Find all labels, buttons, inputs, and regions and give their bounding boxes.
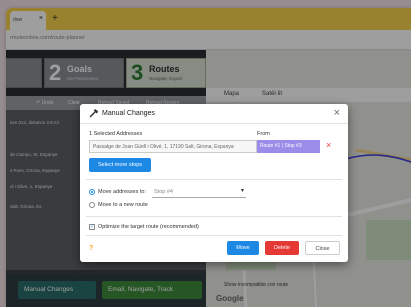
target-stop-select[interactable]: Stop #4 ▾ — [152, 187, 246, 198]
dialog-title: Manual Changes — [102, 110, 155, 117]
hammer-icon — [89, 109, 99, 118]
target-stop-value: Stop #4 — [154, 189, 173, 195]
delete-button[interactable]: Delete — [265, 241, 299, 255]
move-to-stop-radio[interactable] — [89, 189, 95, 195]
dialog-header: Manual Changes × — [80, 104, 348, 124]
remove-address-icon[interactable]: × — [326, 140, 331, 150]
new-route-label: Move to a new route — [98, 202, 148, 208]
selected-addresses-label: 1 Selected Addresses — [89, 131, 143, 137]
selected-address: Passatge de Joan Güell i Olivé, 1, 17190… — [89, 140, 257, 153]
close-button[interactable]: Close — [305, 241, 340, 255]
optimize-label: Optimize the target route (recommended) — [98, 224, 199, 230]
from-label: From — [257, 131, 270, 137]
divider — [86, 179, 342, 180]
from-route-stop: Route #1 | Stop #3 — [257, 140, 320, 153]
divider — [86, 216, 342, 217]
divider — [86, 235, 342, 236]
manual-changes-dialog: Manual Changes × 1 Selected Addresses Fr… — [80, 104, 348, 262]
close-icon[interactable]: × — [334, 107, 340, 119]
chevron-down-icon: ▾ — [240, 188, 244, 194]
select-more-stops-button[interactable]: Select more stops — [89, 158, 151, 172]
move-to-label: Move addresses to: — [98, 189, 146, 195]
optimize-checkbox[interactable]: ✓ — [89, 224, 95, 230]
help-icon[interactable]: ? — [89, 245, 93, 252]
move-to-new-route-radio[interactable] — [89, 202, 95, 208]
move-button[interactable]: Move — [227, 241, 259, 255]
